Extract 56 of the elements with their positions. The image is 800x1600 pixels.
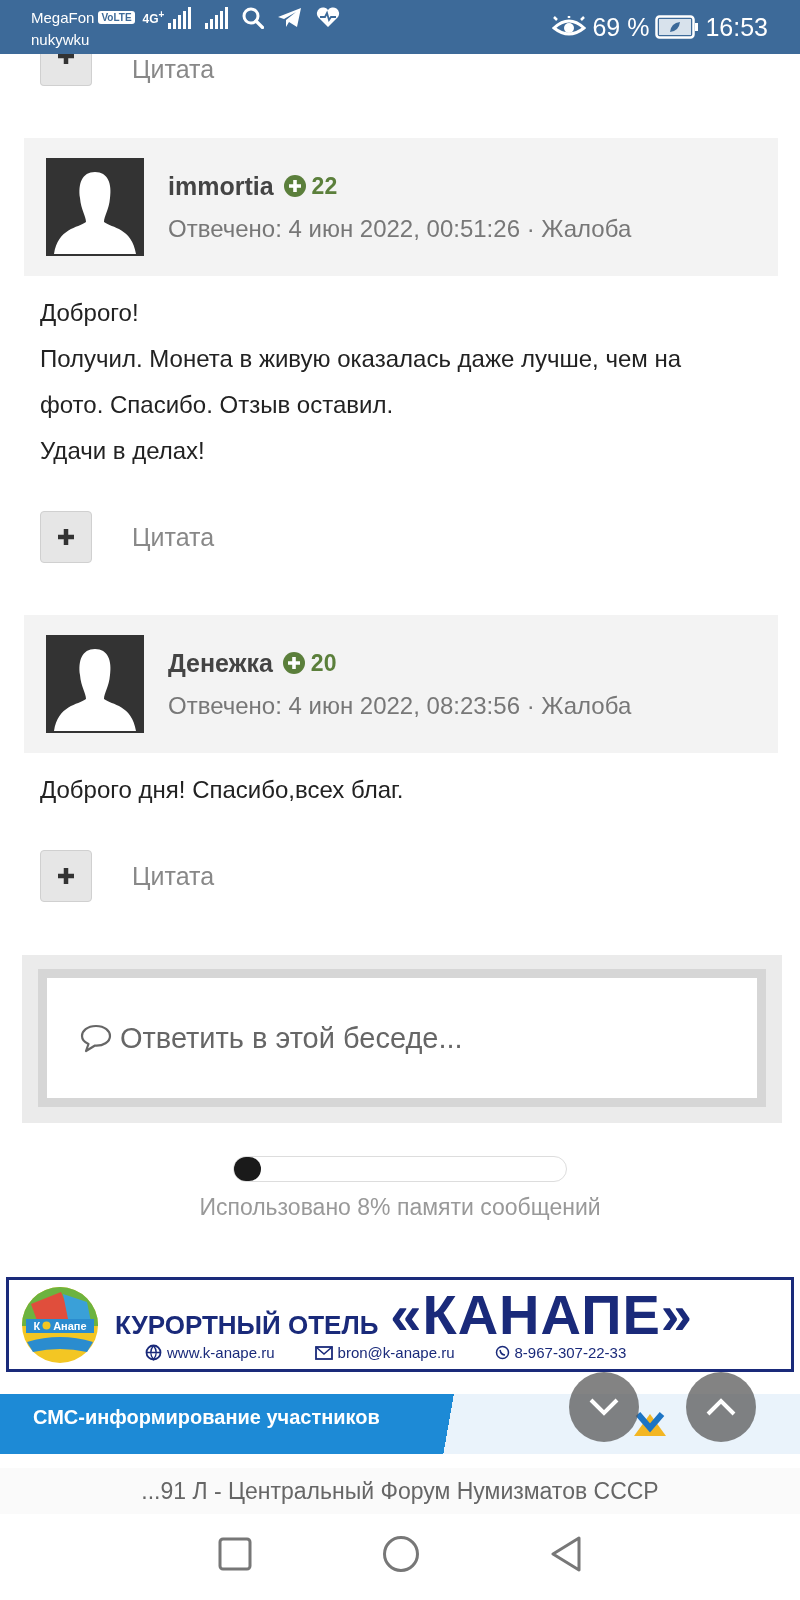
battery-percent: 69 % <box>592 12 650 42</box>
home-icon[interactable] <box>382 1535 420 1573</box>
eye-icon <box>552 16 587 38</box>
operator-name: nukywku <box>31 30 91 48</box>
globe-icon <box>145 1344 162 1361</box>
hotel-banner[interactable]: К Анапе КУРОРТНЫЙ ОТЕЛЬ «КАНАПЕ» www.k-anape.ru bron@k-anape.ru 8-967-307-22-33 <box>6 1277 794 1372</box>
speech-bubble-icon <box>80 1023 112 1053</box>
post-text: Получил. Монета в живую оказалась даже лучше, чем на фото. Спасибо. Отзыв оставил. <box>40 344 683 420</box>
post-text: Доброго! <box>40 298 140 328</box>
avatar-icon <box>46 158 144 256</box>
recents-icon[interactable] <box>218 1537 252 1571</box>
chevron-up-icon <box>706 1398 736 1416</box>
reply-field[interactable]: Ответить в этой беседе... <box>38 969 766 1107</box>
logo-text: Анапе <box>53 1319 87 1332</box>
avatar-icon <box>46 635 144 733</box>
post-text: Доброго дня! Спасибо,всех благ. <box>40 775 405 805</box>
network-type: 4G$^{+}$ <box>142 9 165 26</box>
phone-number: 8-967-307-22-33 <box>514 1344 627 1361</box>
sun-icon <box>41 1320 53 1331</box>
author-name[interactable]: immortia <box>168 171 274 201</box>
signal-icon <box>168 6 192 29</box>
back-icon[interactable] <box>550 1536 582 1572</box>
storage-caption: Использовано 8% памяти сообщений <box>198 1194 602 1221</box>
signal-icon <box>205 6 229 29</box>
chevron-down-icon <box>589 1398 619 1416</box>
author-name[interactable]: Денежка <box>168 648 273 678</box>
volte-badge: VoLTE <box>98 11 135 24</box>
paper-plane-icon <box>278 7 303 28</box>
banner-text: СМС-информирование участников <box>33 1406 380 1429</box>
logo-text: К <box>33 1319 41 1332</box>
clock: 16:53 <box>705 12 768 42</box>
carrier-name: MegaFon <box>31 9 95 26</box>
quote-link[interactable]: Цитата <box>132 55 215 84</box>
phone-bubble-icon <box>494 1345 510 1360</box>
add-button[interactable] <box>40 850 92 902</box>
quote-link[interactable]: Цитата <box>132 522 215 552</box>
quote-link[interactable]: Цитата <box>132 861 215 891</box>
post-text: Удачи в делах! <box>40 436 206 466</box>
reply-placeholder: Ответить в этой беседе... <box>120 1021 463 1055</box>
reputation-count: 22 <box>311 172 338 200</box>
hotel-name: «КАНАПЕ» <box>390 1288 693 1342</box>
post-meta: Отвечено: 4 июн 2022, 08:23:56 · Жалоба <box>168 691 632 720</box>
envelope-icon <box>314 1345 333 1360</box>
search-icon <box>242 6 265 29</box>
plus-circle-icon <box>283 175 306 197</box>
page-title: ...91 Л - Центральный Форум Нумизматов СССР <box>141 1477 659 1505</box>
add-button[interactable] <box>40 511 92 563</box>
heart-pulse-icon <box>316 7 341 28</box>
battery-icon <box>655 15 700 39</box>
add-button[interactable] <box>40 54 92 86</box>
post-meta: Отвечено: 4 июн 2022, 00:51:26 · Жалоба <box>168 214 632 243</box>
email-link[interactable]: bron@k-anape.ru <box>337 1344 455 1361</box>
website-link[interactable]: www.k-anape.ru <box>167 1344 275 1361</box>
reputation-count: 20 <box>310 649 337 677</box>
plus-circle-icon <box>282 652 305 674</box>
hotel-title: КУРОРТНЫЙ ОТЕЛЬ <box>115 1310 379 1341</box>
